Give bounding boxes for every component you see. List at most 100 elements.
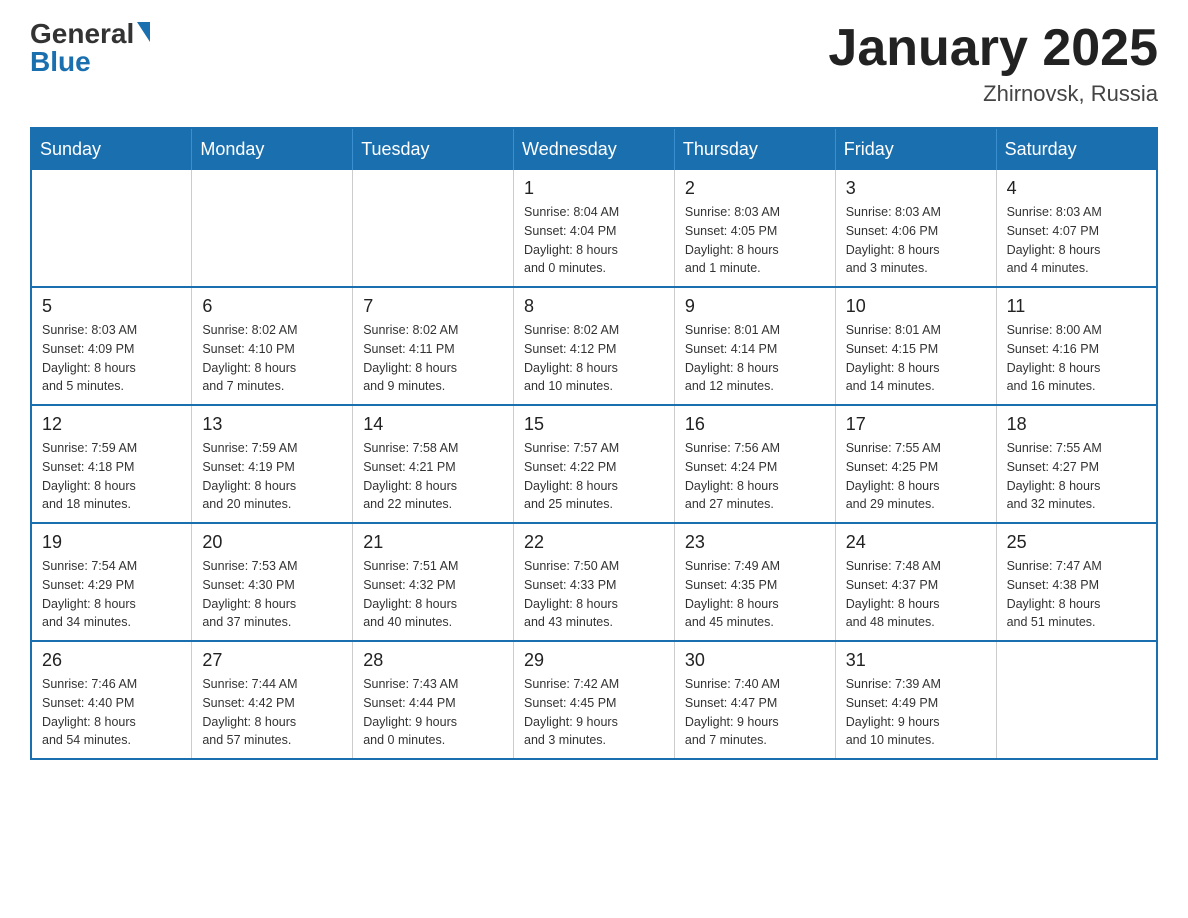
- day-number: 7: [363, 296, 503, 317]
- day-info: Sunrise: 7:44 AMSunset: 4:42 PMDaylight:…: [202, 675, 342, 750]
- day-number: 10: [846, 296, 986, 317]
- calendar-cell: 7 Sunrise: 8:02 AMSunset: 4:11 PMDaylight…: [353, 287, 514, 405]
- day-info: Sunrise: 7:40 AMSunset: 4:47 PMDaylight:…: [685, 675, 825, 750]
- day-info: Sunrise: 8:01 AMSunset: 4:15 PMDaylight:…: [846, 321, 986, 396]
- day-info: Sunrise: 8:02 AMSunset: 4:10 PMDaylight:…: [202, 321, 342, 396]
- calendar-cell: 5 Sunrise: 8:03 AMSunset: 4:09 PMDaylight…: [31, 287, 192, 405]
- day-info: Sunrise: 7:51 AMSunset: 4:32 PMDaylight:…: [363, 557, 503, 632]
- day-number: 20: [202, 532, 342, 553]
- calendar-cell: 27 Sunrise: 7:44 AMSunset: 4:42 PMDayligh…: [192, 641, 353, 759]
- day-number: 17: [846, 414, 986, 435]
- logo-blue-text: Blue: [30, 46, 91, 77]
- calendar-cell: 17 Sunrise: 7:55 AMSunset: 4:25 PMDayligh…: [835, 405, 996, 523]
- day-number: 19: [42, 532, 181, 553]
- calendar-cell: 15 Sunrise: 7:57 AMSunset: 4:22 PMDayligh…: [514, 405, 675, 523]
- day-number: 2: [685, 178, 825, 199]
- calendar-cell: 26 Sunrise: 7:46 AMSunset: 4:40 PMDayligh…: [31, 641, 192, 759]
- day-info: Sunrise: 7:43 AMSunset: 4:44 PMDaylight:…: [363, 675, 503, 750]
- calendar-week-1: 1 Sunrise: 8:04 AMSunset: 4:04 PMDaylight…: [31, 170, 1157, 287]
- day-info: Sunrise: 7:55 AMSunset: 4:25 PMDaylight:…: [846, 439, 986, 514]
- day-info: Sunrise: 8:01 AMSunset: 4:14 PMDaylight:…: [685, 321, 825, 396]
- day-info: Sunrise: 7:58 AMSunset: 4:21 PMDaylight:…: [363, 439, 503, 514]
- day-number: 13: [202, 414, 342, 435]
- title-section: January 2025 Zhirnovsk, Russia: [828, 20, 1158, 107]
- calendar-cell: 19 Sunrise: 7:54 AMSunset: 4:29 PMDayligh…: [31, 523, 192, 641]
- calendar-cell: 29 Sunrise: 7:42 AMSunset: 4:45 PMDayligh…: [514, 641, 675, 759]
- day-number: 22: [524, 532, 664, 553]
- day-info: Sunrise: 7:59 AMSunset: 4:19 PMDaylight:…: [202, 439, 342, 514]
- calendar-cell: 9Sunrise: 8:01 AMSunset: 4:14 PMDaylight…: [674, 287, 835, 405]
- day-of-week-saturday: Saturday: [996, 128, 1157, 170]
- calendar-cell: 10 Sunrise: 8:01 AMSunset: 4:15 PMDayligh…: [835, 287, 996, 405]
- calendar-cell: 3Sunrise: 8:03 AMSunset: 4:06 PMDaylight…: [835, 170, 996, 287]
- day-info: Sunrise: 8:02 AMSunset: 4:12 PMDaylight:…: [524, 321, 664, 396]
- day-number: 8: [524, 296, 664, 317]
- day-number: 21: [363, 532, 503, 553]
- calendar-cell: [192, 170, 353, 287]
- day-number: 29: [524, 650, 664, 671]
- calendar-cell: 2Sunrise: 8:03 AMSunset: 4:05 PMDaylight…: [674, 170, 835, 287]
- day-number: 6: [202, 296, 342, 317]
- day-info: Sunrise: 8:04 AMSunset: 4:04 PMDaylight:…: [524, 203, 664, 278]
- calendar-cell: [31, 170, 192, 287]
- day-of-week-wednesday: Wednesday: [514, 128, 675, 170]
- day-info: Sunrise: 7:54 AMSunset: 4:29 PMDaylight:…: [42, 557, 181, 632]
- day-info: Sunrise: 7:50 AMSunset: 4:33 PMDaylight:…: [524, 557, 664, 632]
- day-info: Sunrise: 7:55 AMSunset: 4:27 PMDaylight:…: [1007, 439, 1146, 514]
- calendar-cell: 11 Sunrise: 8:00 AMSunset: 4:16 PMDayligh…: [996, 287, 1157, 405]
- day-info: Sunrise: 8:03 AMSunset: 4:09 PMDaylight:…: [42, 321, 181, 396]
- page-header: General Blue January 2025 Zhirnovsk, Rus…: [30, 20, 1158, 107]
- calendar-cell: 16Sunrise: 7:56 AMSunset: 4:24 PMDayligh…: [674, 405, 835, 523]
- day-number: 1: [524, 178, 664, 199]
- calendar-cell: 4 Sunrise: 8:03 AMSunset: 4:07 PMDaylight…: [996, 170, 1157, 287]
- calendar-cell: 6 Sunrise: 8:02 AMSunset: 4:10 PMDaylight…: [192, 287, 353, 405]
- day-info: Sunrise: 7:47 AMSunset: 4:38 PMDaylight:…: [1007, 557, 1146, 632]
- day-of-week-monday: Monday: [192, 128, 353, 170]
- month-title: January 2025: [828, 20, 1158, 77]
- day-info: Sunrise: 7:39 AMSunset: 4:49 PMDaylight:…: [846, 675, 986, 750]
- calendar-cell: 31 Sunrise: 7:39 AMSunset: 4:49 PMDayligh…: [835, 641, 996, 759]
- logo-general-text: General: [30, 20, 150, 48]
- day-info: Sunrise: 7:46 AMSunset: 4:40 PMDaylight:…: [42, 675, 181, 750]
- day-number: 31: [846, 650, 986, 671]
- calendar-week-2: 5 Sunrise: 8:03 AMSunset: 4:09 PMDaylight…: [31, 287, 1157, 405]
- location-text: Zhirnovsk, Russia: [828, 81, 1158, 107]
- day-number: 11: [1007, 296, 1146, 317]
- day-number: 27: [202, 650, 342, 671]
- day-info: Sunrise: 8:03 AMSunset: 4:07 PMDaylight:…: [1007, 203, 1146, 278]
- day-info: Sunrise: 7:59 AMSunset: 4:18 PMDaylight:…: [42, 439, 181, 514]
- day-number: 23: [685, 532, 825, 553]
- calendar-cell: 1 Sunrise: 8:04 AMSunset: 4:04 PMDaylight…: [514, 170, 675, 287]
- calendar-cell: 8 Sunrise: 8:02 AMSunset: 4:12 PMDaylight…: [514, 287, 675, 405]
- day-number: 26: [42, 650, 181, 671]
- calendar-week-5: 26 Sunrise: 7:46 AMSunset: 4:40 PMDayligh…: [31, 641, 1157, 759]
- day-of-week-sunday: Sunday: [31, 128, 192, 170]
- calendar-cell: 24Sunrise: 7:48 AMSunset: 4:37 PMDayligh…: [835, 523, 996, 641]
- day-number: 14: [363, 414, 503, 435]
- day-number: 15: [524, 414, 664, 435]
- day-number: 4: [1007, 178, 1146, 199]
- logo: General Blue: [30, 20, 150, 76]
- day-info: Sunrise: 8:02 AMSunset: 4:11 PMDaylight:…: [363, 321, 503, 396]
- day-info: Sunrise: 7:57 AMSunset: 4:22 PMDaylight:…: [524, 439, 664, 514]
- day-info: Sunrise: 8:00 AMSunset: 4:16 PMDaylight:…: [1007, 321, 1146, 396]
- day-info: Sunrise: 7:48 AMSunset: 4:37 PMDaylight:…: [846, 557, 986, 632]
- calendar-table: SundayMondayTuesdayWednesdayThursdayFrid…: [30, 127, 1158, 760]
- calendar-cell: 20Sunrise: 7:53 AMSunset: 4:30 PMDayligh…: [192, 523, 353, 641]
- day-number: 25: [1007, 532, 1146, 553]
- day-number: 3: [846, 178, 986, 199]
- calendar-cell: 21 Sunrise: 7:51 AMSunset: 4:32 PMDayligh…: [353, 523, 514, 641]
- calendar-cell: 23Sunrise: 7:49 AMSunset: 4:35 PMDayligh…: [674, 523, 835, 641]
- day-of-week-thursday: Thursday: [674, 128, 835, 170]
- calendar-cell: 18Sunrise: 7:55 AMSunset: 4:27 PMDayligh…: [996, 405, 1157, 523]
- day-info: Sunrise: 7:42 AMSunset: 4:45 PMDaylight:…: [524, 675, 664, 750]
- day-number: 5: [42, 296, 181, 317]
- calendar-cell: 14 Sunrise: 7:58 AMSunset: 4:21 PMDayligh…: [353, 405, 514, 523]
- calendar-cell: [996, 641, 1157, 759]
- day-number: 12: [42, 414, 181, 435]
- calendar-cell: 22 Sunrise: 7:50 AMSunset: 4:33 PMDayligh…: [514, 523, 675, 641]
- day-number: 28: [363, 650, 503, 671]
- calendar-cell: 12 Sunrise: 7:59 AMSunset: 4:18 PMDayligh…: [31, 405, 192, 523]
- calendar-cell: 30Sunrise: 7:40 AMSunset: 4:47 PMDayligh…: [674, 641, 835, 759]
- calendar-cell: 25 Sunrise: 7:47 AMSunset: 4:38 PMDayligh…: [996, 523, 1157, 641]
